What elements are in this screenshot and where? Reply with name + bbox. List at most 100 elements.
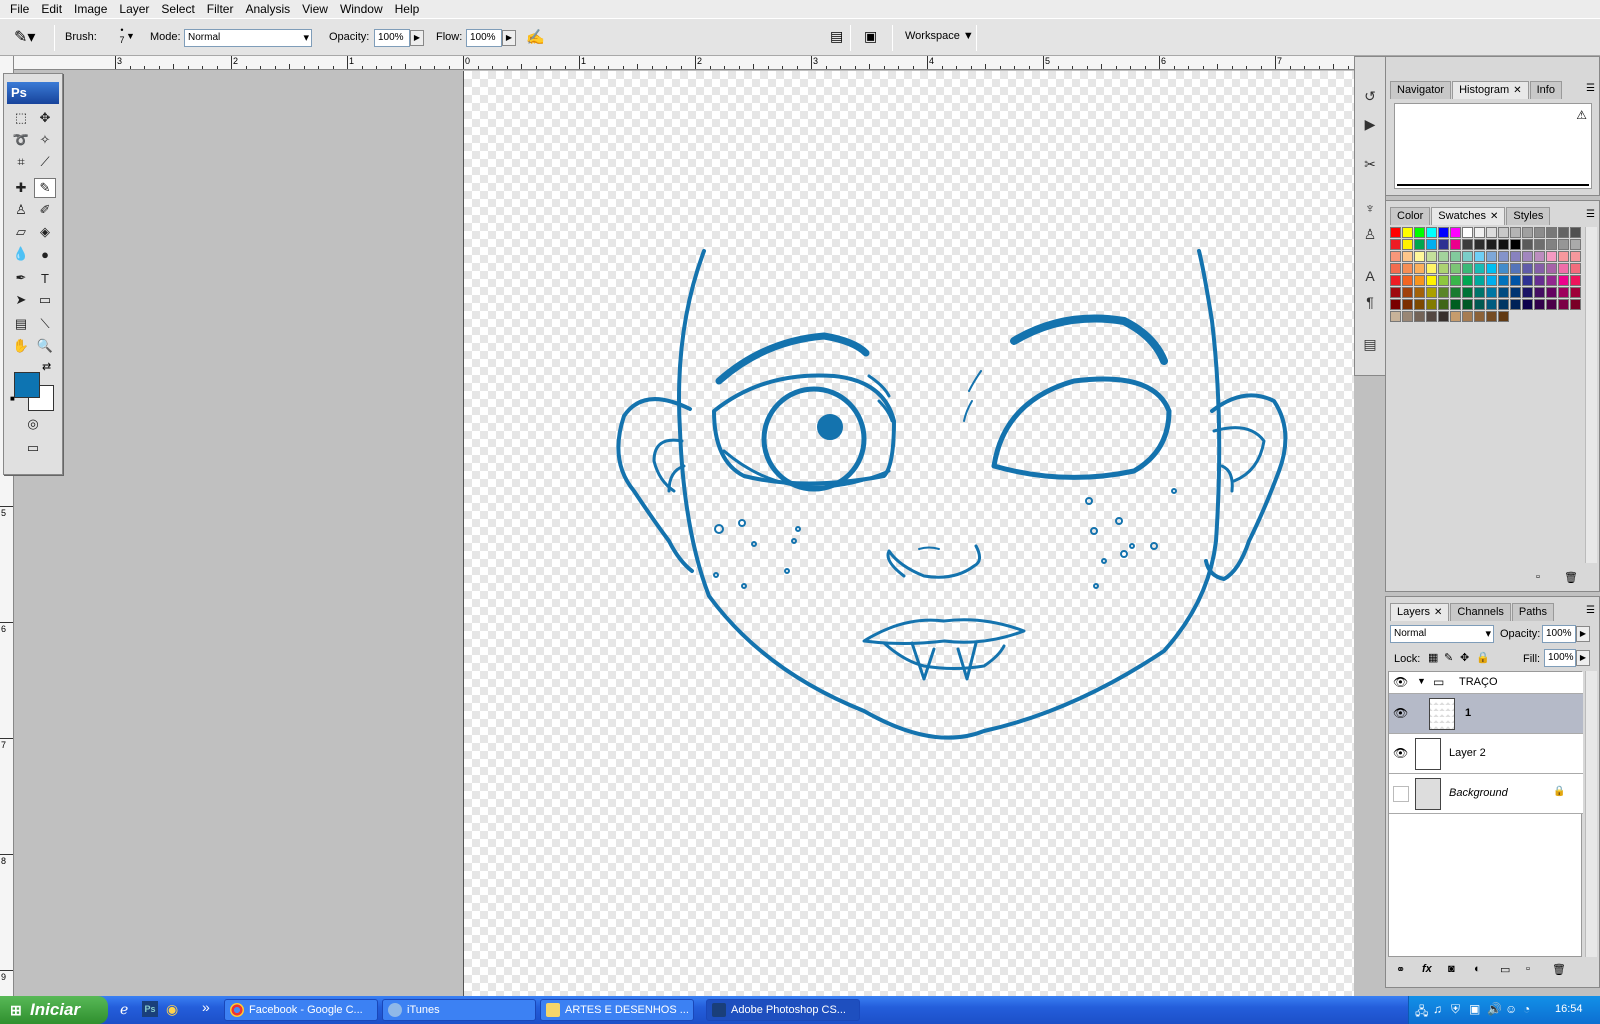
link-layers-icon[interactable]: ⚭ bbox=[1396, 963, 1405, 976]
brushes-panel-icon[interactable]: ♆ bbox=[1358, 197, 1382, 219]
tool-presets-icon[interactable]: ✂ bbox=[1358, 153, 1382, 175]
color-swatch[interactable] bbox=[1450, 287, 1461, 298]
color-swatch[interactable] bbox=[1522, 239, 1533, 250]
color-swatch[interactable] bbox=[1498, 311, 1509, 322]
color-swatch[interactable] bbox=[1534, 299, 1545, 310]
add-mask-icon[interactable]: ◙ bbox=[1448, 963, 1455, 975]
horizontal-ruler[interactable]: 3 2 1 0 1 2 3 4 5 6 7 bbox=[14, 56, 1354, 70]
color-swatch[interactable] bbox=[1462, 287, 1473, 298]
visibility-eye-icon[interactable]: 👁 bbox=[1393, 675, 1409, 691]
color-swatch[interactable] bbox=[1546, 263, 1557, 274]
menu-file[interactable]: File bbox=[4, 0, 35, 18]
color-swatch[interactable] bbox=[1450, 275, 1461, 286]
color-swatch[interactable] bbox=[1426, 311, 1437, 322]
pen-tool-icon[interactable]: ✒ bbox=[10, 268, 32, 288]
color-swatch[interactable] bbox=[1546, 251, 1557, 262]
opacity-input[interactable]: 100% bbox=[374, 29, 410, 47]
panel-menu-icon[interactable]: ☰ bbox=[1586, 83, 1595, 94]
layer-fill-input[interactable]: 100% bbox=[1544, 649, 1576, 667]
taskbar-window-folder[interactable]: ARTES E DESENHOS ... bbox=[540, 999, 694, 1021]
color-swatch[interactable] bbox=[1558, 251, 1569, 262]
color-swatch[interactable] bbox=[1438, 275, 1449, 286]
eraser-tool-icon[interactable]: ▱ bbox=[10, 222, 32, 242]
color-swatch[interactable] bbox=[1534, 287, 1545, 298]
clone-source-icon[interactable]: ♙ bbox=[1358, 223, 1382, 245]
color-swatch[interactable] bbox=[1510, 275, 1521, 286]
magic-wand-tool-icon[interactable]: ✧ bbox=[34, 130, 56, 150]
taskbar-window-facebook[interactable]: Facebook - Google C... bbox=[224, 999, 378, 1021]
layer-blend-mode-select[interactable]: Normal bbox=[1390, 625, 1494, 643]
quicklaunch-chrome-icon[interactable]: ◉ bbox=[166, 1001, 178, 1018]
color-swatch[interactable] bbox=[1438, 263, 1449, 274]
color-swatch[interactable] bbox=[1486, 275, 1497, 286]
color-swatch[interactable] bbox=[1414, 287, 1425, 298]
tray-display-icon[interactable]: ▣ bbox=[1469, 1002, 1480, 1016]
menu-analysis[interactable]: Analysis bbox=[239, 0, 296, 18]
color-swatch[interactable] bbox=[1474, 299, 1485, 310]
color-swatch[interactable] bbox=[1558, 227, 1569, 238]
color-swatch[interactable] bbox=[1462, 311, 1473, 322]
color-swatch[interactable] bbox=[1450, 251, 1461, 262]
color-swatch[interactable] bbox=[1438, 311, 1449, 322]
layer-row-selected[interactable]: 👁 1 bbox=[1389, 694, 1583, 734]
layer-row-background[interactable]: Background 🔒 bbox=[1389, 774, 1583, 814]
color-swatch[interactable] bbox=[1558, 287, 1569, 298]
quicklaunch-photoshop-icon[interactable]: Ps bbox=[142, 1001, 158, 1017]
color-swatch[interactable] bbox=[1522, 287, 1533, 298]
paint-bucket-tool-icon[interactable]: ◈ bbox=[34, 222, 56, 242]
color-swatch[interactable] bbox=[1570, 275, 1581, 286]
color-swatch[interactable] bbox=[1414, 275, 1425, 286]
color-swatch[interactable] bbox=[1522, 299, 1533, 310]
color-swatch[interactable] bbox=[1402, 227, 1413, 238]
color-swatch[interactable] bbox=[1522, 251, 1533, 262]
color-swatch[interactable] bbox=[1486, 287, 1497, 298]
color-swatch[interactable] bbox=[1390, 227, 1401, 238]
color-swatch[interactable] bbox=[1570, 239, 1581, 250]
close-icon[interactable]: ✕ bbox=[1434, 607, 1442, 618]
color-swatch[interactable] bbox=[1558, 239, 1569, 250]
color-swatch[interactable] bbox=[1558, 263, 1569, 274]
color-swatch[interactable] bbox=[1402, 311, 1413, 322]
tray-volume-icon[interactable]: 🔊 bbox=[1487, 1002, 1502, 1016]
color-swatch[interactable] bbox=[1426, 299, 1437, 310]
swatches-scrollbar[interactable] bbox=[1585, 227, 1597, 563]
clone-stamp-tool-icon[interactable]: ♙ bbox=[10, 200, 32, 220]
menu-window[interactable]: Window bbox=[334, 0, 389, 18]
tab-color[interactable]: Color bbox=[1390, 207, 1431, 225]
color-swatch[interactable] bbox=[1414, 239, 1425, 250]
menu-image[interactable]: Image bbox=[68, 0, 113, 18]
tab-histogram[interactable]: Histogram ✕ bbox=[1452, 81, 1529, 99]
color-swatch[interactable] bbox=[1438, 287, 1449, 298]
swap-colors-icon[interactable]: ⇄ bbox=[42, 360, 51, 373]
tray-itunes-icon[interactable]: ♫ bbox=[1433, 1002, 1442, 1016]
tab-paths[interactable]: Paths bbox=[1511, 603, 1555, 621]
color-swatch[interactable] bbox=[1414, 251, 1425, 262]
color-swatch[interactable] bbox=[1498, 263, 1509, 274]
color-swatch[interactable] bbox=[1450, 299, 1461, 310]
color-swatch[interactable] bbox=[1450, 227, 1461, 238]
color-swatch[interactable] bbox=[1390, 311, 1401, 322]
menu-layer[interactable]: Layer bbox=[113, 0, 155, 18]
color-swatch[interactable] bbox=[1474, 251, 1485, 262]
color-swatch[interactable] bbox=[1462, 263, 1473, 274]
color-swatch[interactable] bbox=[1486, 239, 1497, 250]
color-swatch[interactable] bbox=[1390, 251, 1401, 262]
new-layer-icon[interactable]: ▫ bbox=[1526, 963, 1530, 975]
close-icon[interactable]: ✕ bbox=[1490, 211, 1498, 222]
crop-tool-icon[interactable]: ⌗ bbox=[10, 152, 32, 172]
history-panel-icon[interactable]: ↺ bbox=[1358, 85, 1382, 107]
layer-row[interactable]: 👁 Layer 2 bbox=[1389, 734, 1583, 774]
color-swatch[interactable] bbox=[1438, 227, 1449, 238]
color-swatch[interactable] bbox=[1498, 239, 1509, 250]
brush-dropdown-icon[interactable]: ▼ bbox=[126, 31, 135, 41]
dodge-tool-icon[interactable]: ● bbox=[34, 244, 56, 264]
color-swatch[interactable] bbox=[1414, 227, 1425, 238]
color-swatch[interactable] bbox=[1462, 239, 1473, 250]
brushes-palette-icon[interactable]: ▤ bbox=[830, 28, 843, 45]
layer-fill-slider-button[interactable]: ▶ bbox=[1576, 650, 1590, 666]
color-swatch[interactable] bbox=[1462, 299, 1473, 310]
type-tool-icon[interactable]: T bbox=[34, 268, 56, 288]
color-swatch[interactable] bbox=[1486, 263, 1497, 274]
color-swatch[interactable] bbox=[1426, 275, 1437, 286]
color-swatch[interactable] bbox=[1498, 299, 1509, 310]
